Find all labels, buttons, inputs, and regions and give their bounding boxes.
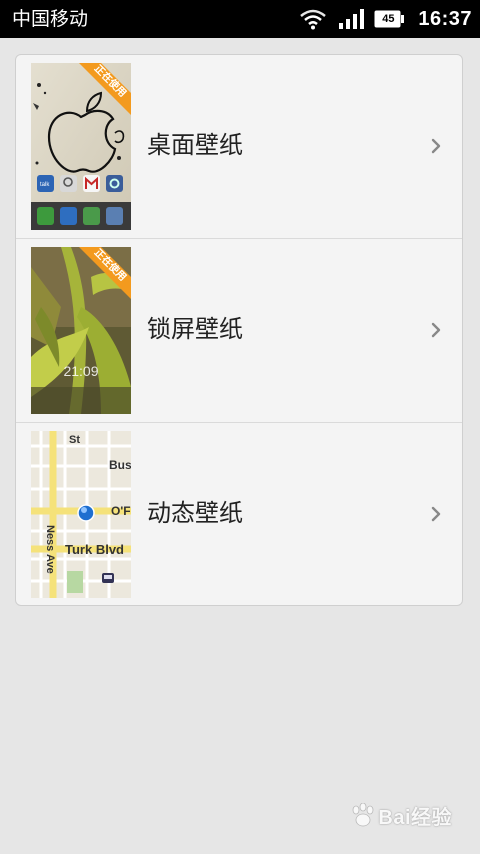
live-wallpaper-label: 动态壁纸 [147, 499, 243, 527]
chevron-right-icon [431, 138, 441, 154]
paw-icon [352, 802, 374, 826]
wifi-icon [300, 9, 327, 30]
lockscreen-preview-clock: 21:09 [63, 363, 99, 379]
desktop-wallpaper-item[interactable]: talk 正在使用 桌面壁纸 [16, 55, 462, 239]
wallpaper-menu: talk 正在使用 桌面壁纸 正在使用 21:09 锁屏壁纸 St Bus O'… [15, 54, 463, 606]
map-label: St [69, 434, 80, 446]
live-wallpaper-item[interactable]: St Bus O'F Ness Ave Turk Blvd 动态壁纸 [16, 423, 462, 605]
watermark-text: Bai经验 [378, 807, 452, 829]
signal-icon [339, 9, 365, 29]
map-label: Bus [109, 458, 131, 472]
status-bar: 中国移动 45 16:37 [0, 0, 480, 38]
lockscreen-wallpaper-label: 锁屏壁纸 [147, 315, 243, 343]
carrier-name: 中国移动 [12, 8, 89, 30]
lockscreen-wallpaper-item[interactable]: 正在使用 21:09 锁屏壁纸 [16, 239, 462, 423]
svg-text:talk: talk [40, 182, 50, 188]
status-icons: 45 16:37 [300, 0, 472, 38]
map-label: Turk Blvd [65, 542, 124, 557]
map-label: O'F [111, 504, 131, 518]
live-wallpaper-thumbnail: St Bus O'F Ness Ave Turk Blvd [31, 431, 131, 598]
baidu-jingyan-watermark: Bai经验 [348, 801, 452, 830]
desktop-wallpaper-label: 桌面壁纸 [147, 131, 243, 159]
lockscreen-wallpaper-thumbnail: 正在使用 21:09 [31, 247, 131, 414]
map-label: Ness Ave [44, 525, 56, 574]
desktop-wallpaper-thumbnail: talk 正在使用 [31, 63, 131, 230]
chevron-right-icon [431, 322, 441, 338]
clock: 16:37 [418, 7, 472, 30]
battery-icon: 45 [374, 10, 405, 28]
chevron-right-icon [431, 506, 441, 522]
battery-level: 45 [382, 13, 395, 25]
